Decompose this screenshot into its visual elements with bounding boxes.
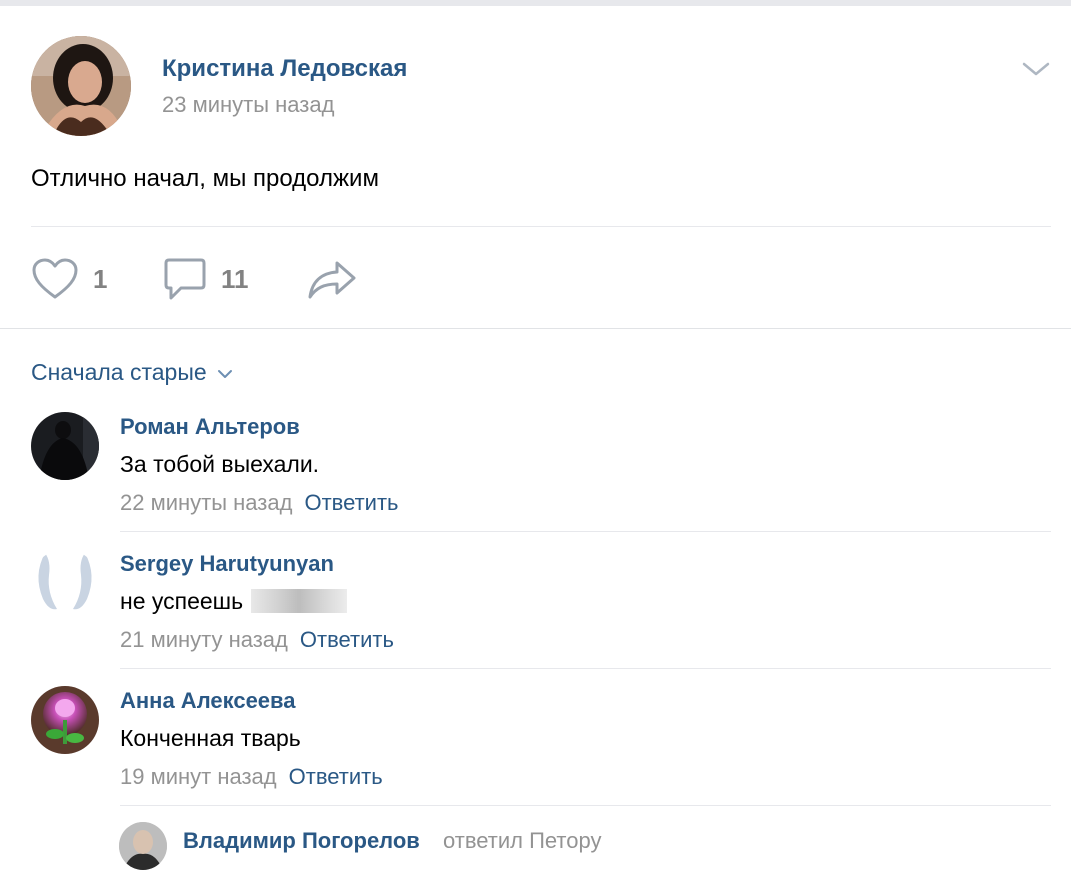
comment-count: 11	[221, 263, 249, 294]
menu-chevron-icon[interactable]	[1021, 56, 1051, 80]
share-button[interactable]	[307, 255, 357, 303]
commenter-avatar[interactable]	[31, 549, 99, 617]
comment-meta: 22 минуты назад Ответить	[120, 490, 399, 516]
comment-divider	[120, 668, 1051, 669]
comment-text: не успеешь	[120, 588, 348, 615]
replied-to[interactable]: ответил Петору	[443, 828, 601, 854]
comment-text-visible: не успеешь	[120, 588, 244, 614]
section-divider	[0, 328, 1071, 329]
sort-label: Сначала старые	[31, 359, 207, 385]
post-header: Кристина Ледовская 23 минуты назад	[31, 36, 1051, 136]
commenter-name[interactable]: Анна Алексеева	[120, 688, 296, 714]
comment-time[interactable]: 19 минут назад	[120, 764, 277, 789]
comment-item: Роман Альтеров За тобой выехали. 22 мину…	[31, 412, 1051, 532]
commenter-name[interactable]: Роман Альтеров	[120, 414, 300, 440]
comment-meta: 19 минут назад Ответить	[120, 764, 383, 790]
post-divider	[31, 226, 1051, 227]
comment-divider	[120, 531, 1051, 532]
top-border	[0, 0, 1071, 6]
post-text: Отлично начал, мы продолжим	[31, 165, 379, 192]
sort-dropdown[interactable]: Сначала старые	[31, 359, 233, 386]
like-button[interactable]: 1	[31, 255, 107, 303]
comment-time[interactable]: 21 минуту назад	[120, 627, 288, 652]
commenter-name[interactable]: Sergey Harutyunyan	[120, 551, 334, 577]
post-author-name[interactable]: Кристина Ледовская	[162, 55, 407, 83]
comment-button[interactable]: 11	[163, 255, 249, 303]
sort-chevron-icon	[207, 359, 233, 386]
reply-button[interactable]: Ответить	[300, 627, 394, 652]
comment-text: За тобой выехали.	[120, 451, 320, 477]
redacted-text	[251, 589, 348, 613]
comment-time[interactable]: 22 минуты назад	[120, 490, 292, 515]
reply-button[interactable]: Ответить	[289, 764, 383, 789]
share-icon	[307, 257, 357, 301]
replier-avatar[interactable]	[119, 822, 167, 870]
reply-button[interactable]: Ответить	[304, 490, 398, 515]
comment-divider	[120, 805, 1051, 806]
comment-text: Конченная тварь	[120, 725, 301, 751]
comment-meta: 21 минуту назад Ответить	[120, 627, 394, 653]
commenter-avatar[interactable]	[31, 686, 99, 754]
post-actions: 1 11	[31, 255, 431, 303]
author-avatar[interactable]	[31, 36, 131, 136]
comment-item: Sergey Harutyunyan не успеешь 21 минуту …	[31, 549, 1051, 669]
comment-item: Анна Алексеева Конченная тварь 19 минут …	[31, 686, 1051, 806]
like-icon	[31, 257, 79, 301]
reply-item: Владимир Погорелов ответил Петору	[119, 820, 1059, 870]
like-count: 1	[93, 263, 108, 294]
post-timestamp[interactable]: 23 минуты назад	[162, 92, 334, 118]
replier-name[interactable]: Владимир Погорелов	[183, 828, 420, 854]
comment-icon	[163, 256, 207, 302]
commenter-avatar[interactable]	[31, 412, 99, 480]
